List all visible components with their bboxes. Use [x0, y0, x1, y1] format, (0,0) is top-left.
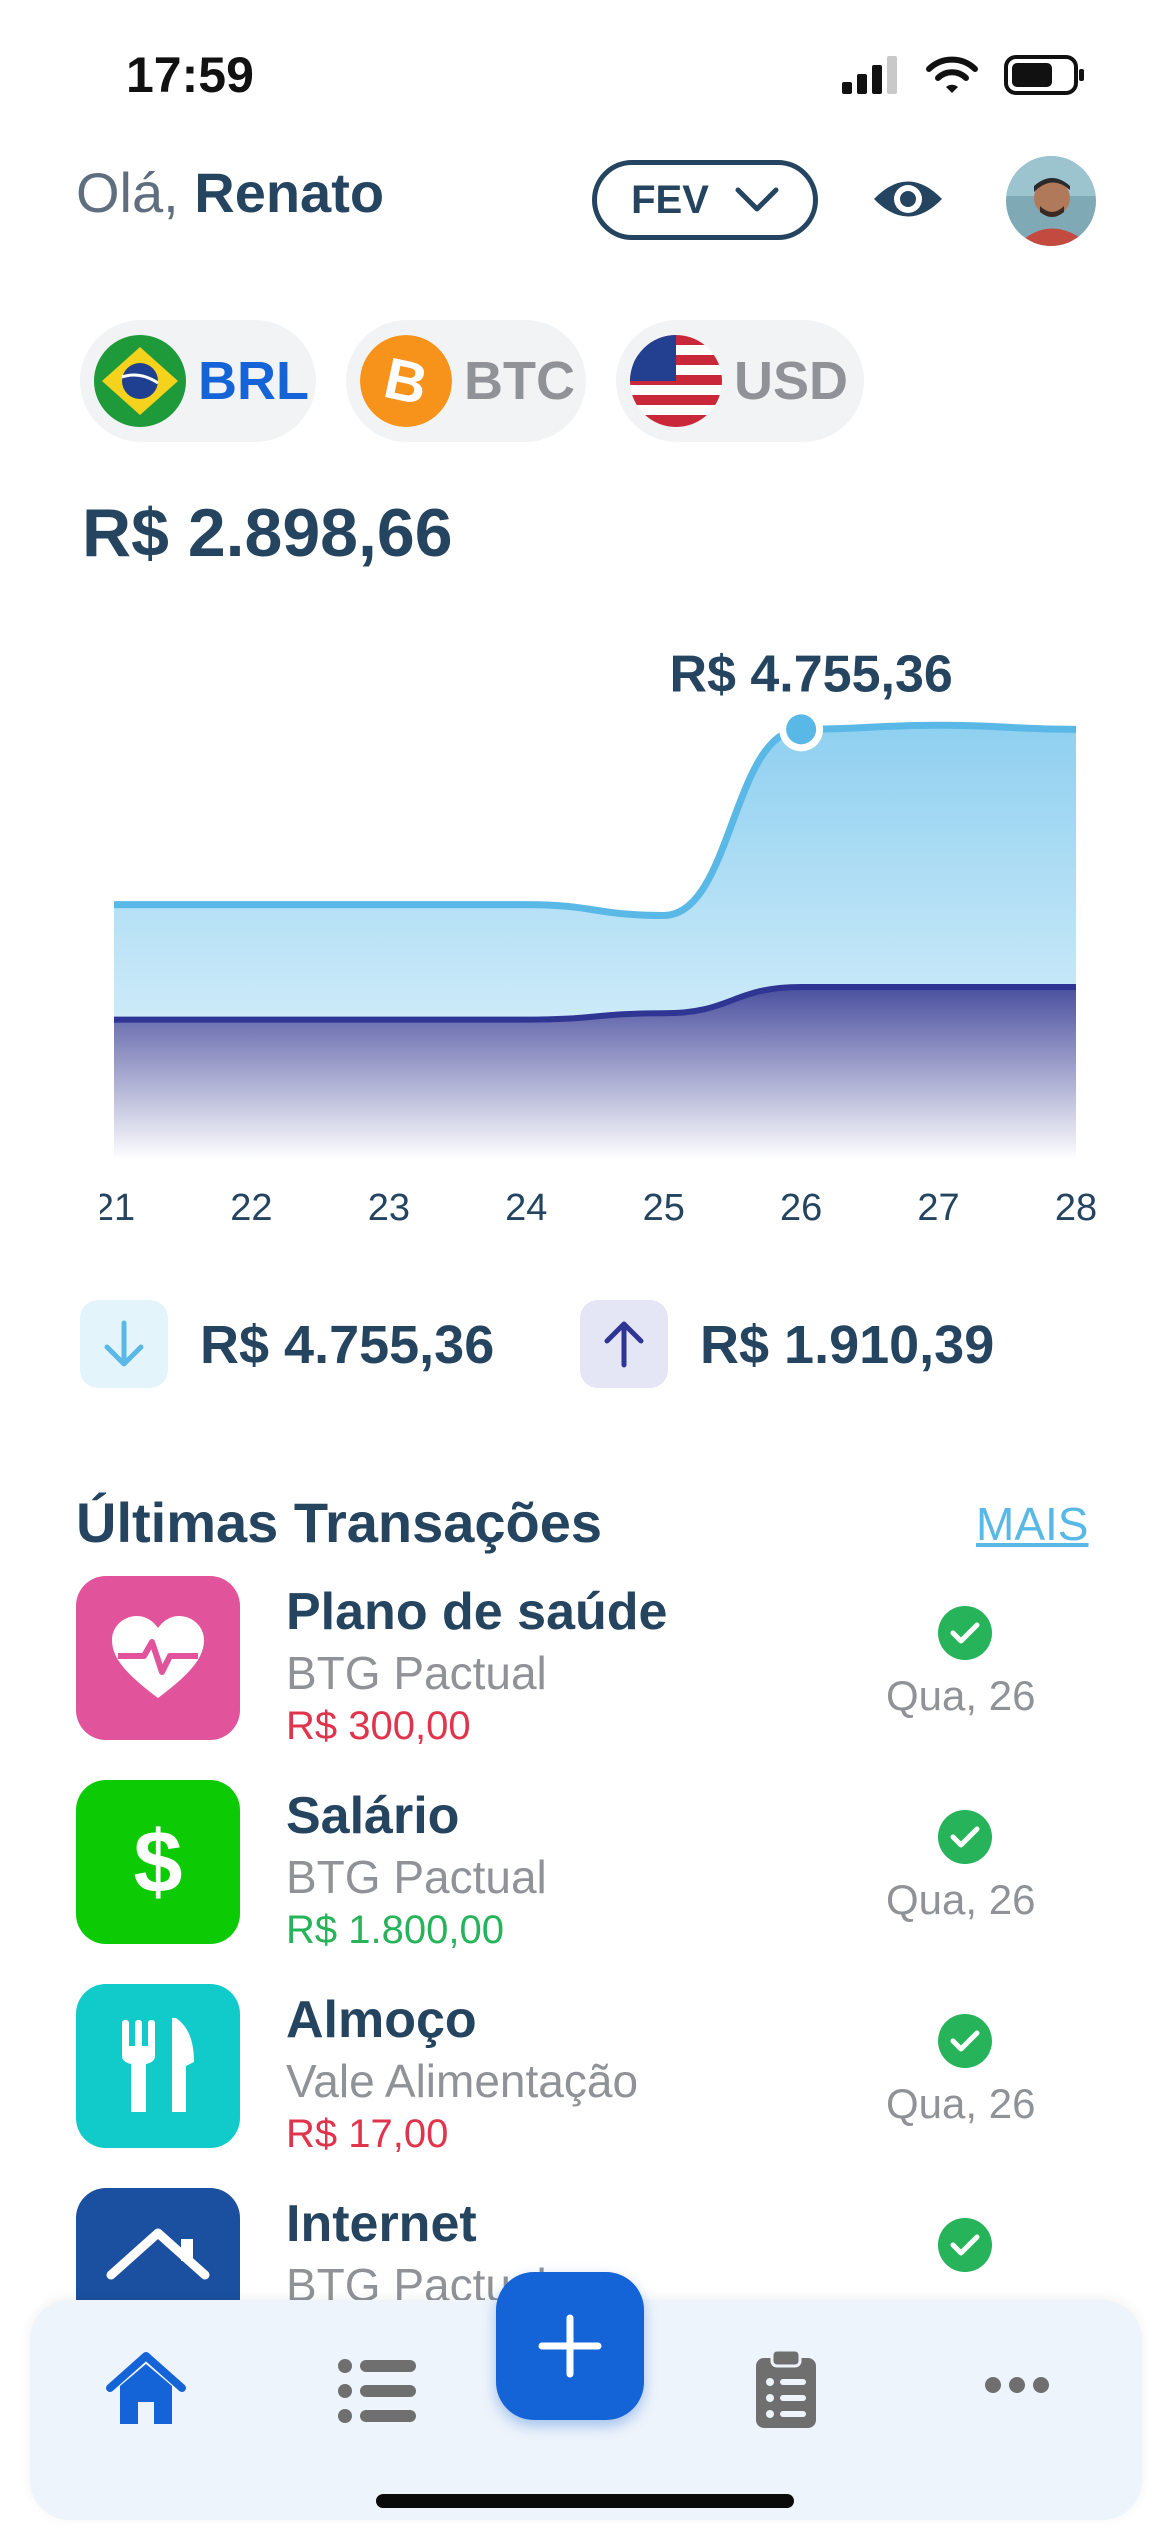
signal-icon [842, 56, 897, 94]
balance-chart: R$ 4.755,36 21 22 23 24 25 26 27 28 [100, 645, 1097, 1229]
check-circle-icon [938, 2218, 992, 2272]
usa-flag-icon [630, 335, 722, 427]
heart-pulse-icon [76, 1576, 240, 1740]
eye-icon[interactable] [872, 172, 944, 226]
currency-code: BRL [198, 351, 309, 411]
transaction-account: BTG Pactual [286, 1851, 547, 1903]
more-icon[interactable] [984, 2376, 1050, 2394]
transaction-amount: R$ 1.800,00 [286, 1908, 504, 1952]
x-tick-label: 21 [100, 1187, 135, 1229]
check-circle-icon [938, 2014, 992, 2068]
chart-highlight-label: R$ 4.755,36 [669, 645, 952, 703]
x-tick-label: 28 [1055, 1187, 1097, 1229]
transaction-title: Plano de saúde [286, 1583, 668, 1641]
transaction-date: Qua, 26 [886, 1672, 1036, 1719]
brazil-flag-icon [94, 335, 186, 427]
home-indicator [376, 2494, 794, 2508]
check-circle-icon [938, 1810, 992, 1864]
transaction-date: Qua, 26 [886, 1876, 1036, 1923]
x-tick-label: 24 [505, 1187, 547, 1229]
transaction-title: Salário [286, 1787, 460, 1845]
arrow-up-icon [604, 1321, 644, 1368]
bitcoin-icon: B [360, 335, 452, 427]
chevron-down-icon [735, 187, 779, 212]
dollar-icon: $ [76, 1780, 240, 1944]
currency-code: USD [734, 351, 849, 411]
income-value: R$ 4.755,36 [200, 1315, 495, 1375]
balance-value: R$ 2.898,66 [82, 495, 453, 571]
month-selector-button[interactable]: FEV [592, 160, 818, 240]
clipboard-icon[interactable] [754, 2348, 818, 2430]
transaction-amount: R$ 300,00 [286, 1704, 471, 1748]
add-icon [538, 2314, 602, 2378]
arrow-down-icon [104, 1320, 144, 1367]
list-icon[interactable] [338, 2358, 418, 2424]
expense-icon-box [580, 1300, 668, 1388]
currency-code: BTC [464, 351, 575, 411]
x-tick-label: 22 [230, 1187, 272, 1229]
transaction-item[interactable]: Plano de saúde BTG Pactual R$ 300,00 Qua… [0, 1576, 1170, 1776]
greeting-prefix: Olá, [76, 161, 179, 224]
home-icon[interactable] [106, 2352, 186, 2426]
currency-pill-usd[interactable]: USD [616, 320, 864, 442]
transaction-item[interactable]: Almoço Vale Alimentação R$ 17,00 Qua, 26 [0, 1984, 1170, 2184]
income-icon-box [80, 1300, 168, 1388]
chart-highlight-dot [786, 714, 817, 745]
transaction-amount: R$ 17,00 [286, 2112, 449, 2156]
avatar[interactable] [1006, 156, 1096, 246]
transaction-date: Qua, 26 [886, 2080, 1036, 2127]
status-icons [842, 55, 1086, 95]
fork-knife-icon [76, 1984, 240, 2148]
currency-pill-brl[interactable]: BRL [80, 320, 316, 442]
transaction-account: Vale Alimentação [286, 2055, 639, 2107]
add-button[interactable] [496, 2272, 644, 2420]
month-label: FEV [631, 177, 709, 222]
x-tick-label: 25 [643, 1187, 685, 1229]
greeting: Olá, Renato [76, 160, 384, 225]
check-circle-icon [938, 1606, 992, 1660]
transaction-title: Internet [286, 2195, 477, 2253]
transaction-account: BTG Pactual [286, 1647, 547, 1699]
expense-value: R$ 1.910,39 [700, 1315, 995, 1375]
transactions-title: Últimas Transações [76, 1491, 603, 1554]
x-tick-label: 26 [780, 1187, 822, 1229]
transaction-title: Almoço [286, 1991, 477, 2049]
currency-pill-btc[interactable]: B BTC [346, 320, 586, 442]
more-link[interactable]: MAIS [976, 1497, 1088, 1551]
user-name: Renato [194, 161, 385, 224]
x-tick-label: 27 [917, 1187, 959, 1229]
x-tick-label: 23 [368, 1187, 410, 1229]
battery-icon [1004, 55, 1084, 95]
transaction-item[interactable]: $ Salário BTG Pactual R$ 1.800,00 Qua, 2… [0, 1780, 1170, 1980]
status-time: 17:59 [126, 47, 254, 103]
wifi-icon [926, 56, 978, 93]
